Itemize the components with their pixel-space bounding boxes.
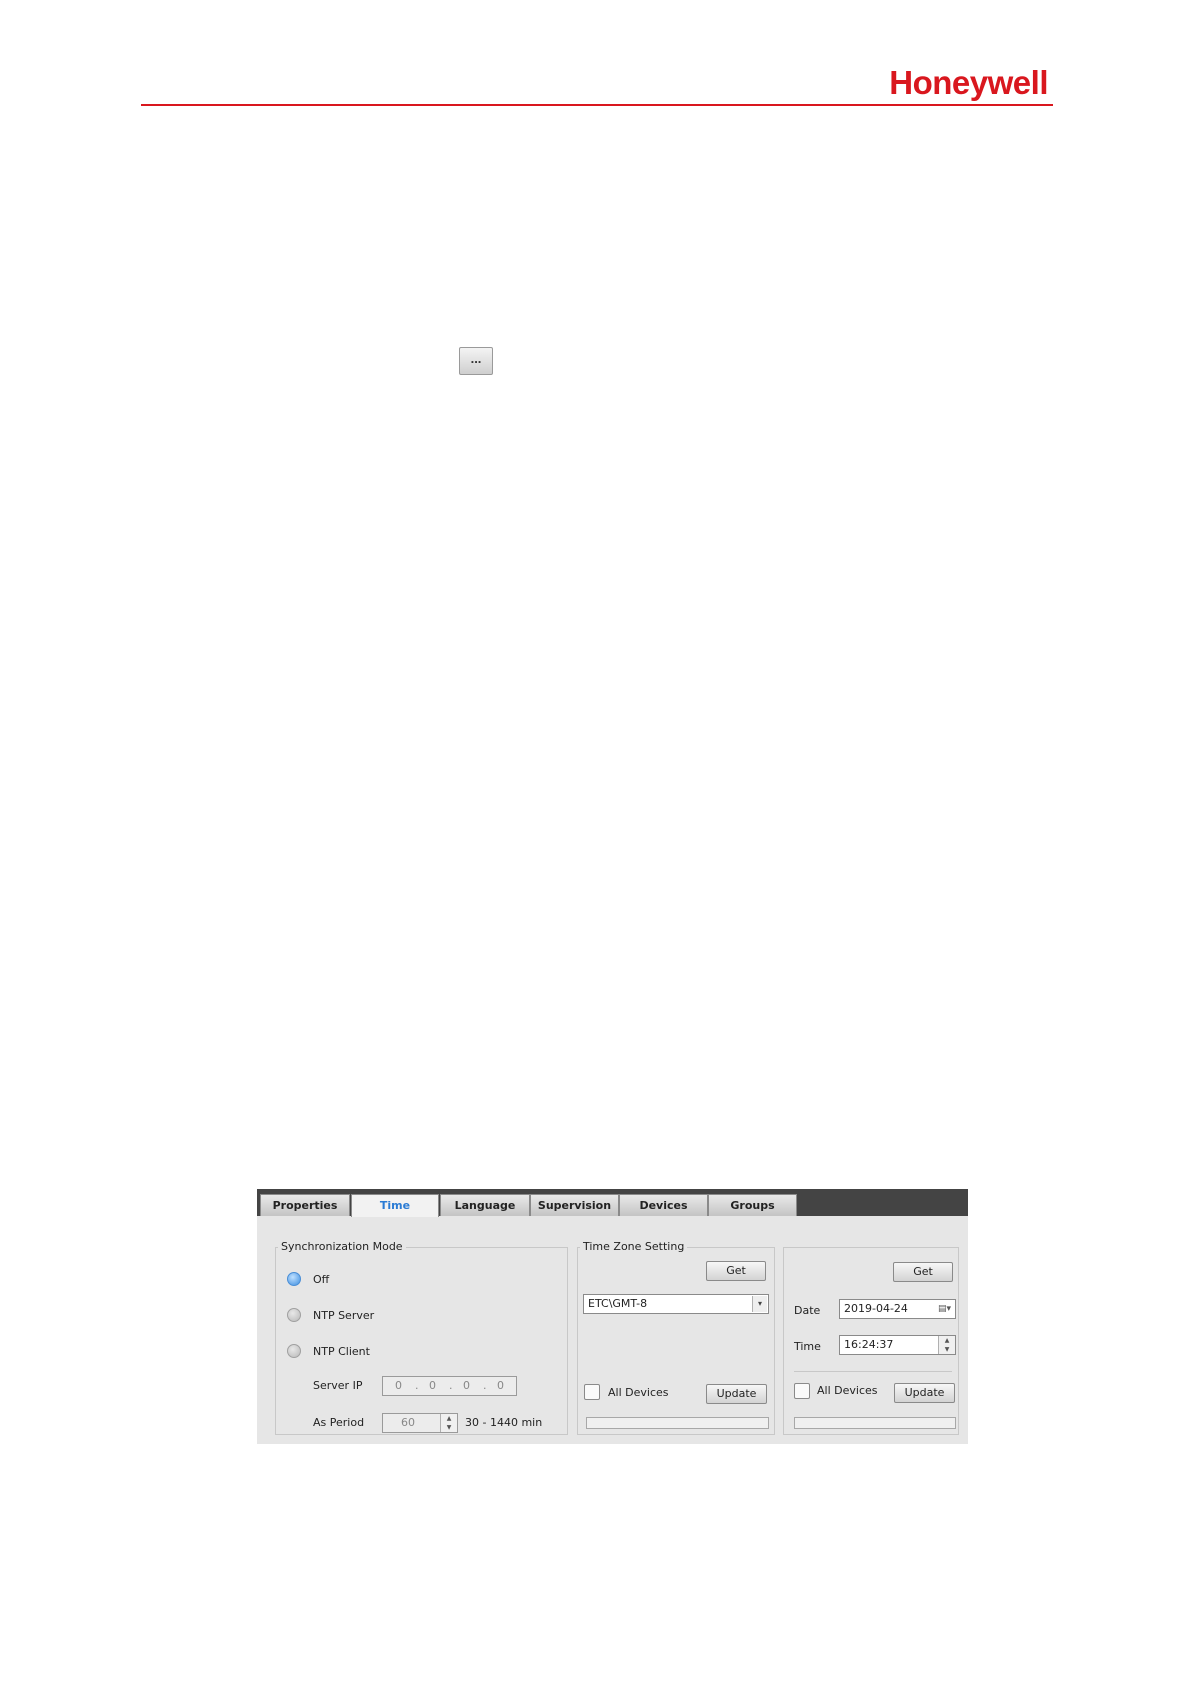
ip-dot-2: . [449, 1379, 453, 1392]
header-divider [141, 104, 1053, 106]
timezone-get-button[interactable]: Get [706, 1261, 766, 1281]
as-period-range: 30 - 1440 min [465, 1416, 543, 1429]
spin-up-icon[interactable]: ▲ [441, 1414, 457, 1423]
radio-off[interactable] [287, 1272, 301, 1286]
time-value: 16:24:37 [844, 1338, 894, 1351]
time-spin-down-icon[interactable]: ▼ [939, 1345, 955, 1354]
browse-button[interactable]: ... [459, 347, 493, 375]
tab-language[interactable]: Language [440, 1194, 530, 1216]
radio-ntp-client-label: NTP Client [313, 1345, 370, 1358]
datetime-separator [794, 1371, 952, 1372]
timezone-select[interactable]: ETC\GMT-8 ▾ [583, 1294, 769, 1314]
timezone-update-button[interactable]: Update [706, 1384, 767, 1404]
date-label: Date [794, 1304, 821, 1317]
tab-groups[interactable]: Groups [708, 1194, 797, 1216]
tab-supervision[interactable]: Supervision [530, 1194, 619, 1216]
ip-octet-4: 0 [497, 1379, 504, 1392]
time-settings-dialog: Properties Time Language Supervision Dev… [257, 1189, 968, 1444]
radio-ntp-client[interactable] [287, 1344, 301, 1358]
timezone-all-devices-checkbox[interactable] [584, 1384, 600, 1400]
date-value: 2019-04-24 [844, 1302, 908, 1315]
server-ip-label: Server IP [313, 1379, 363, 1392]
as-period-value: 60 [401, 1416, 415, 1429]
datetime-update-button[interactable]: Update [894, 1383, 955, 1403]
radio-off-label: Off [313, 1273, 330, 1286]
datetime-progress-bar [794, 1417, 956, 1429]
timezone-progress-bar [586, 1417, 769, 1429]
tab-time[interactable]: Time [351, 1194, 439, 1217]
radio-ntp-server-label: NTP Server [313, 1309, 375, 1322]
calendar-icon[interactable]: ▤▾ [938, 1300, 951, 1318]
tab-bar: Properties Time Language Supervision Dev… [257, 1189, 968, 1217]
spin-down-icon[interactable]: ▼ [441, 1423, 457, 1432]
datetime-get-button[interactable]: Get [893, 1262, 953, 1282]
timezone-value: ETC\GMT-8 [588, 1297, 648, 1310]
spinner-buttons[interactable]: ▲ ▼ [440, 1414, 457, 1432]
ip-octet-1: 0 [395, 1379, 402, 1392]
ip-dot-3: . [483, 1379, 487, 1392]
as-period-label: As Period [313, 1416, 365, 1429]
ip-dot-1: . [415, 1379, 419, 1392]
timezone-legend: Time Zone Setting [580, 1240, 688, 1253]
sync-mode-legend: Synchronization Mode [278, 1240, 406, 1253]
tab-devices[interactable]: Devices [619, 1194, 708, 1216]
server-ip-field[interactable]: 0 . 0 . 0 . 0 [382, 1376, 517, 1396]
datetime-all-devices-checkbox[interactable] [794, 1383, 810, 1399]
timezone-all-devices-label: All Devices [608, 1386, 669, 1399]
time-label: Time [794, 1340, 821, 1353]
ip-octet-3: 0 [463, 1379, 470, 1392]
tab-properties[interactable]: Properties [260, 1194, 350, 1216]
time-spin-up-icon[interactable]: ▲ [939, 1336, 955, 1345]
as-period-spinner[interactable]: 60 ▲ ▼ [382, 1413, 458, 1433]
honeywell-logo: Honeywell [889, 64, 1048, 101]
datetime-all-devices-label: All Devices [817, 1384, 878, 1397]
ip-octet-2: 0 [429, 1379, 436, 1392]
date-picker[interactable]: 2019-04-24 ▤▾ [839, 1299, 956, 1319]
time-spinner[interactable]: 16:24:37 ▲ ▼ [839, 1335, 956, 1355]
radio-ntp-server[interactable] [287, 1308, 301, 1322]
time-spin-buttons[interactable]: ▲ ▼ [938, 1336, 955, 1354]
chevron-down-icon[interactable]: ▾ [752, 1296, 767, 1312]
